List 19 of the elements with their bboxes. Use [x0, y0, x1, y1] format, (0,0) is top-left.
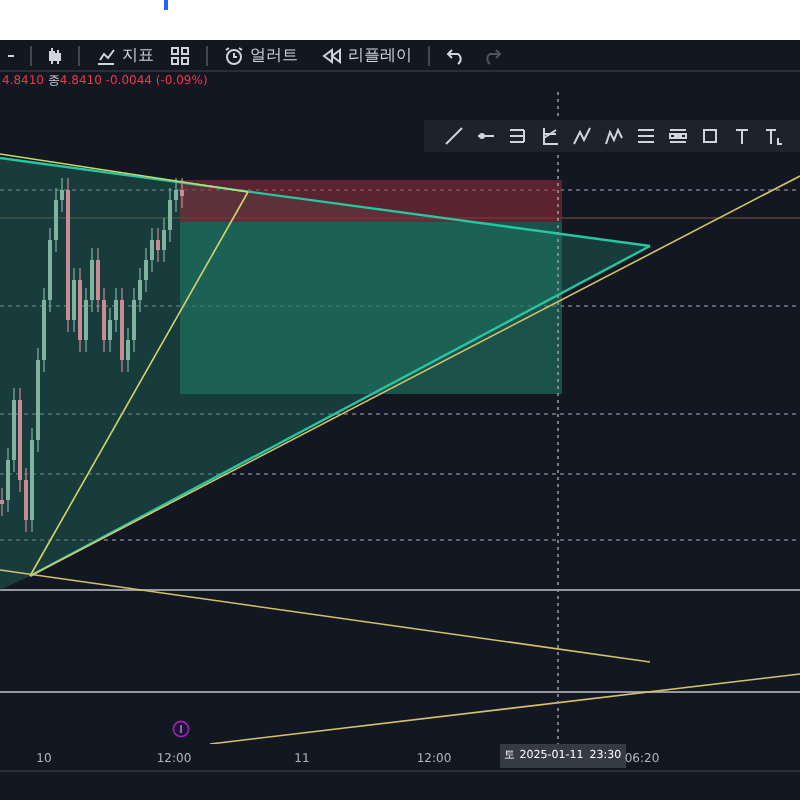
- lines-icon[interactable]: [668, 126, 688, 146]
- alarm-clock-icon: [224, 45, 244, 65]
- rewind-icon: [322, 45, 342, 65]
- replay-button[interactable]: 리플레이: [322, 45, 412, 65]
- fib-icon[interactable]: [540, 126, 560, 146]
- lines-icon[interactable]: [636, 126, 656, 146]
- event-marker-icon: [172, 720, 190, 738]
- text-tool-icon[interactable]: [732, 126, 752, 146]
- undo-icon[interactable]: [446, 45, 466, 65]
- indicators-button[interactable]: 지표: [96, 45, 154, 65]
- chart-icon: [96, 45, 116, 65]
- cursor-mark: [164, 0, 168, 10]
- alert-button[interactable]: 얼러트: [224, 45, 298, 65]
- grid-icon[interactable]: [170, 45, 190, 65]
- rectangle-icon[interactable]: [700, 126, 720, 146]
- line-tool-icon[interactable]: [444, 126, 464, 146]
- text-tool-icon[interactable]: [764, 126, 784, 146]
- channel-icon[interactable]: [508, 126, 528, 146]
- candles-icon[interactable]: [48, 45, 62, 65]
